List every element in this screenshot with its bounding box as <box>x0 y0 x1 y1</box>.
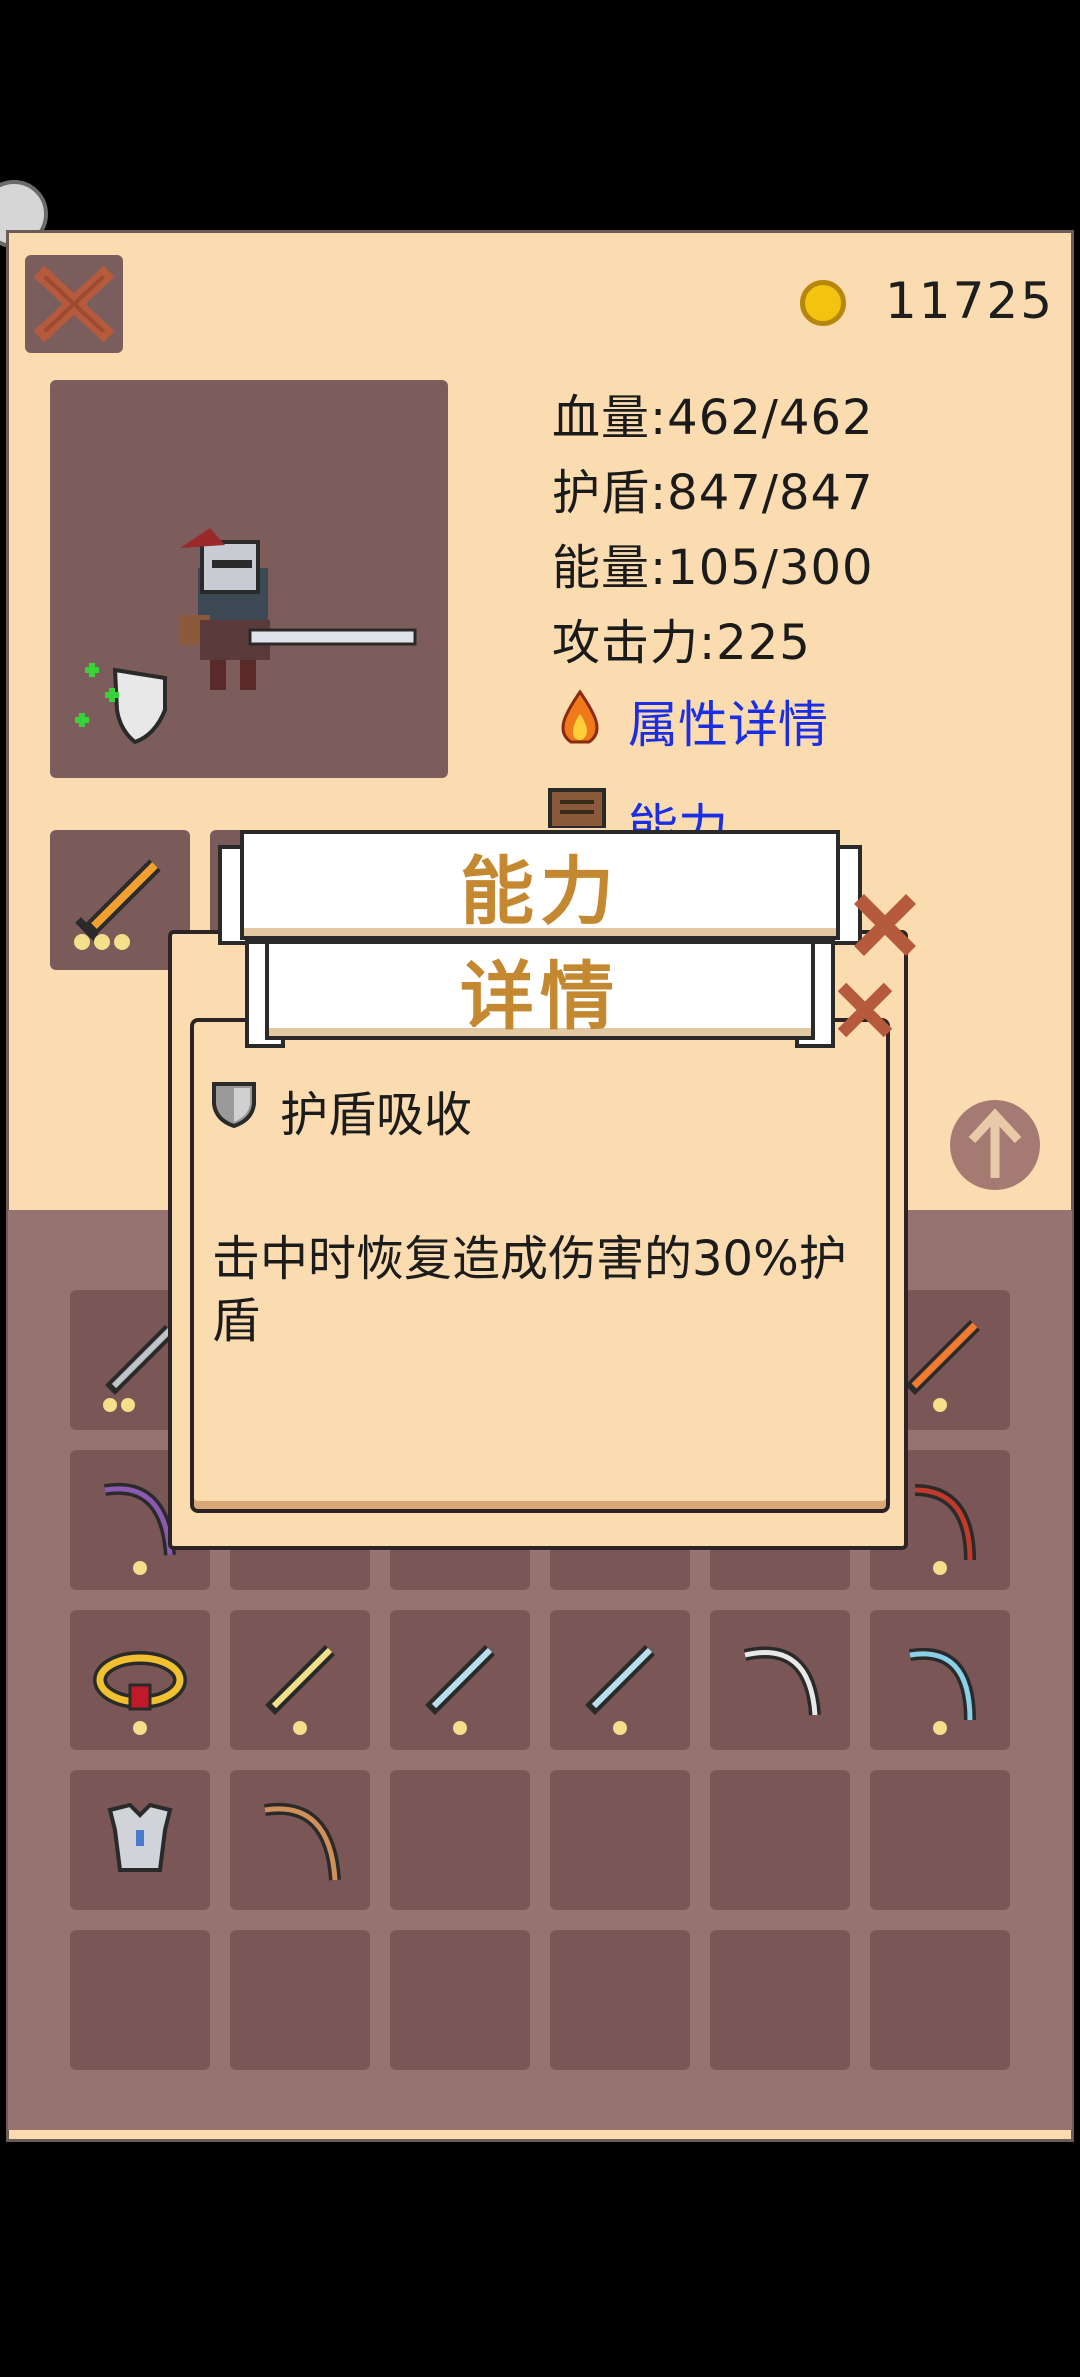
scroll-up-button[interactable] <box>950 1100 1040 1190</box>
inventory-slot[interactable] <box>390 1610 530 1750</box>
attribute-details-link[interactable]: 属性详情 <box>628 685 828 757</box>
fire-icon <box>561 689 599 744</box>
steel-sword-icon <box>585 1645 655 1735</box>
energy-stat: 能量:105/300 <box>552 540 874 596</box>
attack-stat: 攻击力:225 <box>552 615 811 671</box>
inventory-slot[interactable] <box>390 1930 530 2070</box>
inventory-slot[interactable] <box>870 1930 1010 2070</box>
inventory-slot[interactable] <box>70 1770 210 1910</box>
inventory-slot[interactable] <box>390 1770 530 1910</box>
abilities-banner: 能力 <box>240 830 840 940</box>
ice-bow-icon <box>909 1647 976 1735</box>
close-x-icon <box>854 894 916 956</box>
hp-stat: 血量:462/462 <box>552 390 874 446</box>
inventory-slot[interactable] <box>710 1770 850 1910</box>
gold-coin-icon <box>800 280 846 326</box>
white-bow-icon <box>743 1646 821 1716</box>
golden-sword-icon <box>265 1645 335 1735</box>
inventory-slot[interactable] <box>870 1770 1010 1910</box>
inventory-slot[interactable] <box>550 1770 690 1910</box>
inventory-slot[interactable] <box>550 1930 690 2070</box>
wooden-bow-icon <box>264 1802 341 1881</box>
close-abilities-button[interactable] <box>845 885 925 965</box>
shield-icon <box>212 1082 256 1129</box>
inventory-slot[interactable] <box>230 1930 370 2070</box>
close-x-icon <box>837 982 893 1038</box>
close-x-icon <box>33 265 115 343</box>
book-icon <box>548 788 606 828</box>
shield-buff-icon <box>75 663 167 745</box>
ability-name: 护盾吸收 <box>280 1087 473 1143</box>
abilities-title: 能力 <box>460 848 620 935</box>
inventory-slot[interactable] <box>710 1610 850 1750</box>
inventory-slot[interactable] <box>550 1610 690 1750</box>
coin-count: 11725 <box>885 272 1055 330</box>
chest-armor-icon <box>107 1802 173 1872</box>
inventory-slot[interactable] <box>70 1930 210 2070</box>
inventory-slot[interactable] <box>870 1610 1010 1750</box>
steel-sword-icon <box>425 1645 495 1735</box>
details-banner: 详情 <box>265 940 815 1040</box>
ability-description: 击中时恢复造成伤害的30%护盾 <box>212 1231 847 1349</box>
up-arrow-icon <box>968 1108 1022 1178</box>
shield-stat: 护盾:847/847 <box>552 465 874 521</box>
inventory-slot[interactable] <box>70 1610 210 1750</box>
inventory-slot[interactable] <box>230 1770 370 1910</box>
ruby-ring-icon <box>93 1651 187 1735</box>
close-details-button[interactable] <box>830 975 900 1045</box>
close-inventory-button[interactable] <box>25 255 123 353</box>
character-portrait <box>50 380 448 778</box>
inventory-slot[interactable] <box>710 1930 850 2070</box>
inventory-slot[interactable] <box>230 1610 370 1750</box>
details-title: 详情 <box>460 953 620 1040</box>
